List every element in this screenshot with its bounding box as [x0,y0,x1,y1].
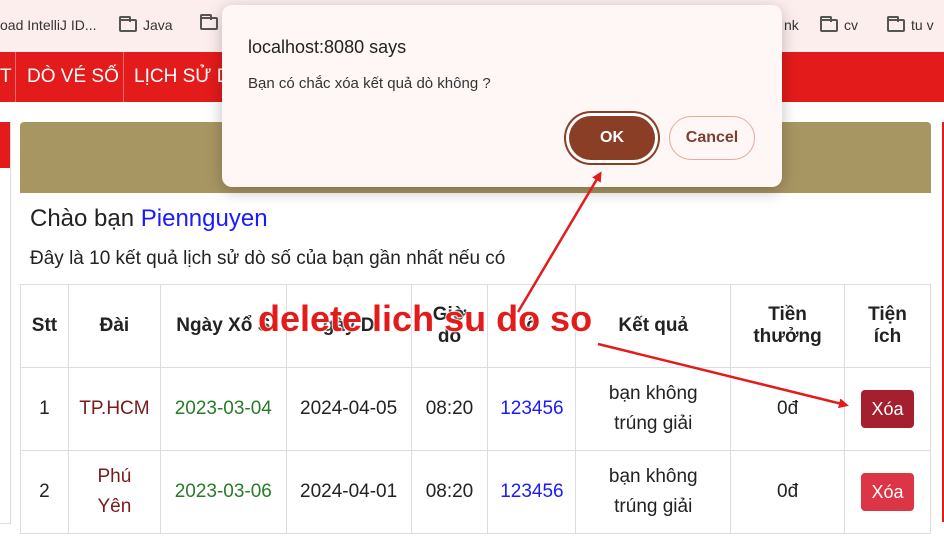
bookmark-label: tu v [911,17,934,33]
bookmark-label: cv [844,17,858,33]
delete-button[interactable]: Xóa [861,390,914,428]
cell-ngay-xo: 2023-03-06 [159,450,287,534]
dialog-title: localhost:8080 says [248,37,407,57]
cell-so: 123456 [487,450,577,534]
cell-gio-do: 08:20 [410,450,489,534]
cell-dai: TP.HCM [67,367,161,451]
header-line: thưởng [753,326,822,347]
cell-gio-do: 08:20 [410,367,489,451]
ok-button[interactable]: OK [569,116,655,160]
folder-icon [820,15,838,32]
dialog-message: Bạn có chắc xóa kết quả dò không ? [248,75,491,92]
cell-tien-thuong: 0đ [730,450,846,534]
nav-divider [123,52,124,102]
greeting: Chào bạn Piennguyen [30,205,268,233]
username: Piennguyen [140,205,268,232]
col-header-stt: Stt [20,284,69,368]
cell-tien-ich: Xóa [844,450,931,534]
delete-button[interactable]: Xóa [861,473,914,511]
confirm-dialog: localhost:8080 says Bạn có chắc xóa kết … [222,5,782,187]
bookmark-folder-cv[interactable]: cv [820,15,858,33]
nav-divider [15,52,16,102]
cell-line: Phú [97,466,132,487]
nav-item-do-ve-so[interactable]: DÒ VÉ SỐ [27,52,119,102]
folder-icon [200,14,218,30]
cell-line: TP.HCM [79,398,150,419]
history-description: Đây là 10 kết quả lịch sử dò số của bạn … [30,248,506,269]
nav-item-partial[interactable]: T [0,52,12,102]
cell-ket-qua: bạn không trúng giải [575,450,732,534]
col-header-dai: Đài [67,284,161,368]
greeting-prefix: Chào bạn [30,205,141,232]
header-line: Tiền [768,304,807,325]
cell-stt: 2 [20,450,69,534]
folder-icon [119,15,137,32]
table-row: 2 Phú Yên 2023-03-06 2024-04-01 08:20 123… [20,450,931,534]
annotation-label: delete lich su do so [257,297,593,339]
table-row: 1 TP.HCM 2023-03-04 2024-04-05 08:20 123… [20,367,931,451]
col-header-ket-qua: Kết quả [575,284,732,368]
left-side-panel [0,122,11,524]
header-line: ích [873,326,902,347]
col-header-tien-ich: Tiện ích [844,284,931,368]
bookmark-label: nk [784,17,799,33]
col-header-tien-thuong: Tiền thưởng [730,284,846,368]
bookmark-label: oad IntelliJ ID... [0,17,97,33]
cell-ngay-xo: 2023-03-04 [159,367,287,451]
cell-ngay-do: 2024-04-01 [285,450,412,534]
bookmark-folder[interactable] [200,14,218,30]
cell-tien-ich: Xóa [844,367,931,451]
cell-line: trúng giải [614,496,693,517]
cell-dai: Phú Yên [67,450,161,534]
cell-line: trúng giải [614,413,693,434]
cell-tien-thuong: 0đ [730,367,846,451]
bookmark-label: Java [143,17,173,33]
bookmark-folder-tuv[interactable]: tu v [887,15,934,33]
bookmark-item[interactable]: nk [784,17,799,33]
cell-so: 123456 [487,367,577,451]
bookmark-folder-java[interactable]: Java [119,15,173,33]
cell-line: Yên [97,496,132,517]
nav-item-lich-su[interactable]: LỊCH SỬ D [134,52,230,102]
cancel-button[interactable]: Cancel [669,116,755,160]
cell-line: bạn không [608,383,698,404]
cell-ngay-do: 2024-04-05 [285,367,412,451]
cell-ket-qua: bạn không trúng giải [575,367,732,451]
header-line: Tiện [868,304,907,325]
cell-line: bạn không [608,466,698,487]
left-side-panel-header [0,122,10,168]
folder-icon [887,15,905,32]
cell-stt: 1 [20,367,69,451]
bookmark-item[interactable]: oad IntelliJ ID... [0,17,97,33]
